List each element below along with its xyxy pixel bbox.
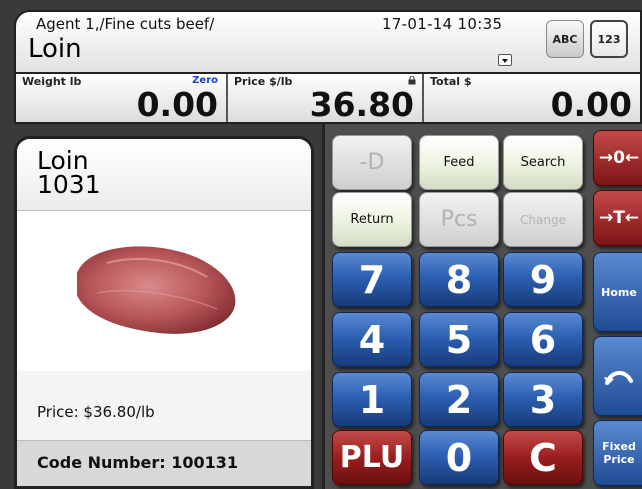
key-9[interactable]: 9 <box>503 252 583 307</box>
back-arrow-icon <box>604 371 633 385</box>
plu-button[interactable]: PLU <box>332 430 412 485</box>
return-button[interactable]: Return <box>332 192 412 247</box>
scale-screen: Agent 1,/Fine cuts beef/ Loin 17-01-14 1… <box>0 0 642 489</box>
key-3[interactable]: 3 <box>503 372 583 427</box>
price-label: Price $/lb <box>234 75 293 88</box>
numeric-keyboard-button[interactable]: 123 <box>590 20 628 58</box>
price-per-lb-text: Price: $36.80/lb <box>37 403 155 421</box>
key-1[interactable]: 1 <box>332 372 412 427</box>
price-value: 36.80 <box>309 85 414 124</box>
key-6[interactable]: 6 <box>503 312 583 367</box>
beef-loin-image <box>77 246 236 334</box>
weight-readout: Weight lb Zero 0.00 <box>16 74 228 124</box>
minus-d-button[interactable]: -D <box>332 135 412 190</box>
readout-bar: Weight lb Zero 0.00 Price $/lb 36.80 Tot… <box>14 74 642 124</box>
product-image <box>17 211 311 371</box>
price-readout: Price $/lb 36.80 <box>228 74 424 124</box>
zero-button[interactable]: →0← <box>593 130 642 186</box>
change-button[interactable]: Change <box>503 192 583 247</box>
code-number: Code Number: 100131 <box>17 440 311 486</box>
key-2[interactable]: 2 <box>419 372 499 427</box>
weight-label: Weight lb <box>22 75 82 88</box>
header-bar: Agent 1,/Fine cuts beef/ Loin 17-01-14 1… <box>14 10 642 74</box>
search-button[interactable]: Search <box>503 135 583 190</box>
abc-keyboard-button[interactable]: ABC <box>546 20 584 58</box>
key-4[interactable]: 4 <box>332 312 412 367</box>
feed-button[interactable]: Feed <box>419 135 499 190</box>
back-button[interactable] <box>593 336 642 416</box>
fixed-price-button[interactable]: Fixed Price <box>593 420 642 486</box>
clear-button[interactable]: C <box>503 430 583 485</box>
page-title: Loin <box>28 34 82 64</box>
lock-icon <box>408 76 416 85</box>
datetime-display: 17-01-14 10:35 <box>382 15 503 33</box>
tare-button[interactable]: →T← <box>593 190 642 246</box>
keypad: -D Feed Search Return Pcs Change 7 8 9 4… <box>322 124 642 489</box>
product-panel: Loin 1031 Price: $36.80/lb Code Number: … <box>14 136 314 489</box>
key-5[interactable]: 5 <box>419 312 499 367</box>
breadcrumb: Agent 1,/Fine cuts beef/ <box>36 15 215 33</box>
key-0[interactable]: 0 <box>419 430 499 485</box>
key-7[interactable]: 7 <box>332 252 412 307</box>
pcs-button[interactable]: Pcs <box>419 192 499 247</box>
product-header: Loin 1031 <box>17 139 311 211</box>
dropdown-arrow-icon[interactable] <box>498 54 512 66</box>
total-value: 0.00 <box>550 85 632 124</box>
home-button[interactable]: Home <box>593 252 642 332</box>
total-readout: Total $ 0.00 <box>424 74 640 124</box>
product-plu: 1031 <box>37 170 101 199</box>
key-8[interactable]: 8 <box>419 252 499 307</box>
weight-value: 0.00 <box>136 85 218 124</box>
total-label: Total $ <box>430 75 472 88</box>
